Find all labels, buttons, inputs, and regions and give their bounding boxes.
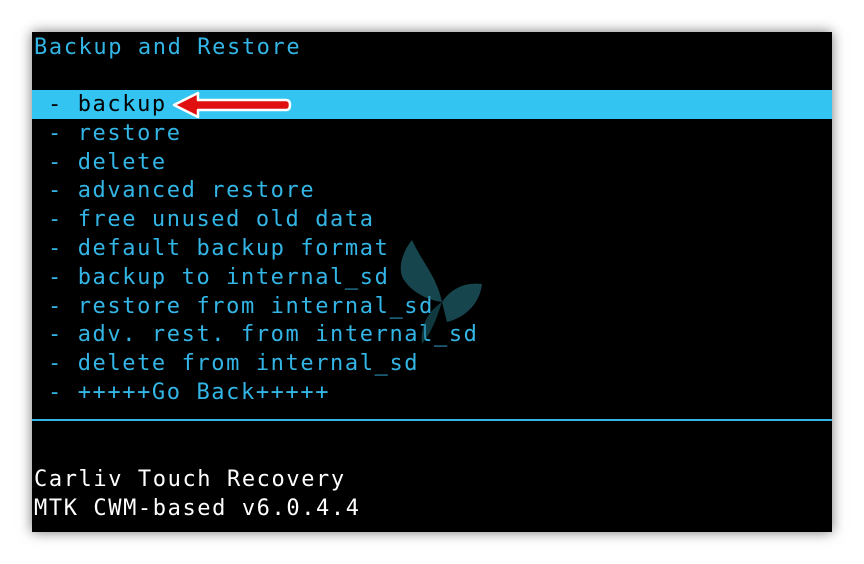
menu-item-delete-from-internal-sd[interactable]: - delete from internal_sd bbox=[32, 349, 832, 378]
menu-item-free-unused-old-data[interactable]: - free unused old data bbox=[32, 205, 832, 234]
menu-item-restore[interactable]: - restore bbox=[32, 119, 832, 148]
menu-item-delete[interactable]: - delete bbox=[32, 148, 832, 177]
menu-item-go-back[interactable]: - +++++Go Back+++++ bbox=[32, 378, 832, 407]
footer-recovery-name: Carliv Touch Recovery bbox=[34, 467, 346, 492]
recovery-screen: Backup and Restore - backup - restore - … bbox=[32, 32, 832, 532]
menu-item-advanced-restore[interactable]: - advanced restore bbox=[32, 176, 832, 205]
menu-item-backup[interactable]: - backup bbox=[32, 90, 832, 119]
footer-version: MTK CWM-based v6.0.4.4 bbox=[34, 496, 361, 521]
left-arrow-icon bbox=[172, 91, 292, 119]
menu-divider bbox=[32, 419, 832, 421]
butterfly-watermark-icon bbox=[400, 240, 482, 344]
menu-title: Backup and Restore bbox=[34, 35, 302, 60]
